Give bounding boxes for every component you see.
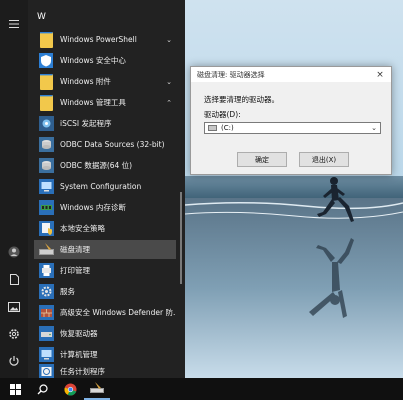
- app-windows-defender-firewall[interactable]: 高级安全 Windows Defender 防...: [34, 303, 176, 322]
- shield-icon: [38, 53, 54, 69]
- app-memory-diagnostic[interactable]: Windows 内存诊断: [34, 198, 176, 217]
- settings-icon[interactable]: [4, 324, 24, 344]
- user-icon[interactable]: [4, 242, 24, 262]
- dialog-prompt: 选择要清理的驱动器。: [204, 95, 279, 104]
- app-label: 高级安全 Windows Defender 防...: [60, 308, 176, 317]
- app-label: Windows 内存诊断: [60, 203, 126, 212]
- app-services[interactable]: 服务: [34, 282, 176, 301]
- app-label: iSCSI 发起程序: [60, 119, 112, 128]
- app-system-configuration[interactable]: System Configuration: [34, 177, 176, 196]
- start-menu: W Windows PowerShell ⌄ Windows 安全中心 Wind…: [0, 0, 185, 378]
- chevron-up-icon: ⌃: [166, 98, 172, 107]
- app-local-security-policy[interactable]: 本地安全策略: [34, 219, 176, 238]
- task-scheduler-icon: [38, 364, 54, 378]
- search-icon[interactable]: [29, 378, 55, 400]
- services-gear-icon: [38, 284, 54, 300]
- app-windows-admin-tools[interactable]: Windows 管理工具 ⌃: [34, 93, 176, 112]
- desktop-wallpaper: [185, 0, 403, 378]
- chrome-icon[interactable]: [57, 378, 83, 400]
- firewall-icon: [38, 305, 54, 321]
- app-odbc-32[interactable]: ODBC Data Sources (32-bit): [34, 135, 176, 154]
- drive-selection-dialog: 磁盘清理: 驱动器选择 × 选择要清理的驱动器。 驱动器(D): (C:) ⌄ …: [190, 66, 392, 175]
- drive-label: 驱动器(D):: [204, 110, 241, 119]
- folder-icon: [38, 73, 54, 90]
- folder-icon: [38, 94, 54, 111]
- exit-button[interactable]: 退出(X): [299, 152, 349, 167]
- system-config-icon: [38, 179, 54, 195]
- folder-icon: [38, 31, 54, 48]
- start-rail: [0, 0, 28, 378]
- security-policy-icon: [38, 221, 54, 237]
- iscsi-icon: [38, 116, 54, 132]
- power-icon[interactable]: [4, 351, 24, 371]
- chevron-down-icon: ⌄: [371, 124, 377, 132]
- app-label: 计算机管理: [60, 350, 98, 359]
- odbc-icon: [38, 137, 54, 153]
- app-label: 任务计划程序: [60, 366, 105, 376]
- ok-button[interactable]: 确定: [237, 152, 287, 167]
- app-label: Windows PowerShell: [60, 35, 137, 44]
- document-icon[interactable]: [4, 269, 24, 289]
- taskbar: [0, 378, 403, 400]
- recovery-drive-icon: [38, 326, 54, 342]
- app-windows-security-center[interactable]: Windows 安全中心: [34, 51, 176, 70]
- app-label: 打印管理: [60, 266, 90, 275]
- app-recovery-drive[interactable]: 恢复驱动器: [34, 324, 176, 343]
- drive-select-value: (C:): [221, 124, 234, 132]
- chevron-down-icon: ⌄: [166, 77, 172, 86]
- dialog-titlebar[interactable]: 磁盘清理: 驱动器选择 ×: [191, 67, 391, 82]
- computer-management-icon: [38, 347, 54, 363]
- memory-diagnostic-icon: [38, 200, 54, 216]
- app-label: ODBC Data Sources (32-bit): [60, 140, 165, 149]
- app-label: 恢复驱动器: [60, 329, 98, 338]
- app-label: Windows 管理工具: [60, 98, 126, 107]
- pictures-icon[interactable]: [4, 297, 24, 317]
- app-odbc-64[interactable]: ODBC 数据源(64 位): [34, 156, 176, 175]
- app-label: 本地安全策略: [60, 224, 105, 233]
- chevron-down-icon: ⌄: [166, 35, 172, 44]
- drive-icon: [208, 125, 217, 131]
- disk-cleanup-taskbar-icon[interactable]: [84, 378, 110, 400]
- printer-icon: [38, 263, 54, 279]
- app-label: 服务: [60, 287, 75, 296]
- app-windows-powershell[interactable]: Windows PowerShell ⌄: [34, 30, 176, 49]
- app-list: W Windows PowerShell ⌄ Windows 安全中心 Wind…: [28, 0, 185, 378]
- app-task-scheduler[interactable]: 任务计划程序: [34, 364, 176, 378]
- app-computer-management[interactable]: 计算机管理: [34, 345, 176, 364]
- windows-start-icon[interactable]: [2, 378, 28, 400]
- app-disk-cleanup[interactable]: 磁盘清理: [34, 240, 176, 259]
- close-icon[interactable]: ×: [375, 70, 385, 80]
- app-label: Windows 附件: [60, 77, 111, 86]
- app-print-management[interactable]: 打印管理: [34, 261, 176, 280]
- letter-header[interactable]: W: [37, 12, 46, 22]
- drive-select[interactable]: (C:) ⌄: [204, 122, 381, 134]
- app-list-scrollbar[interactable]: [180, 192, 182, 284]
- app-label: Windows 安全中心: [60, 56, 126, 65]
- odbc-icon: [38, 158, 54, 174]
- disk-cleanup-icon: [38, 242, 54, 258]
- hamburger-icon[interactable]: [4, 14, 24, 34]
- app-windows-accessories[interactable]: Windows 附件 ⌄: [34, 72, 176, 91]
- dialog-title: 磁盘清理: 驱动器选择: [197, 70, 265, 79]
- app-label: ODBC 数据源(64 位): [60, 161, 133, 170]
- app-iscsi-initiator[interactable]: iSCSI 发起程序: [34, 114, 176, 133]
- app-label: System Configuration: [60, 182, 142, 191]
- app-label: 磁盘清理: [60, 245, 90, 254]
